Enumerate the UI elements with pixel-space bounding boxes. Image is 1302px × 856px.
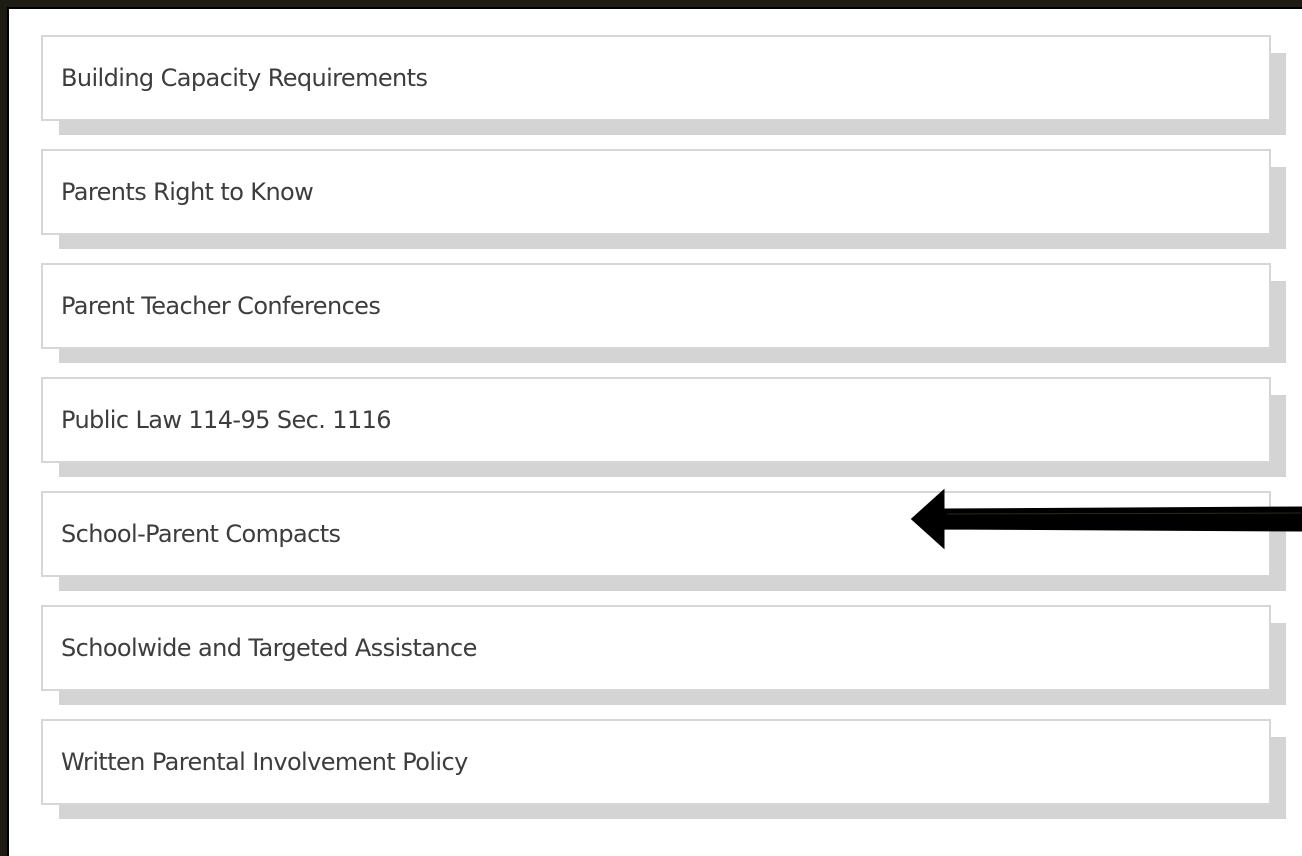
link-card-public-law[interactable]: Public Law 114-95 Sec. 1116 bbox=[41, 377, 1271, 463]
link-label[interactable]: Schoolwide and Targeted Assistance bbox=[61, 634, 477, 662]
list-item: Parents Right to Know bbox=[41, 149, 1301, 263]
link-card-written-parental-involvement[interactable]: Written Parental Involvement Policy bbox=[41, 719, 1271, 805]
link-list: Building Capacity Requirements Parents R… bbox=[41, 35, 1301, 833]
list-item: Parent Teacher Conferences bbox=[41, 263, 1301, 377]
link-card-building-capacity[interactable]: Building Capacity Requirements bbox=[41, 35, 1271, 121]
link-card-schoolwide-targeted-assistance[interactable]: Schoolwide and Targeted Assistance bbox=[41, 605, 1271, 691]
left-arrow-icon bbox=[910, 488, 1302, 550]
list-item: Schoolwide and Targeted Assistance bbox=[41, 605, 1301, 719]
link-label[interactable]: Parents Right to Know bbox=[61, 178, 314, 206]
link-label[interactable]: Written Parental Involvement Policy bbox=[61, 748, 468, 776]
link-label[interactable]: School-Parent Compacts bbox=[61, 520, 341, 548]
page-frame: Building Capacity Requirements Parents R… bbox=[7, 7, 1302, 856]
list-item: Building Capacity Requirements bbox=[41, 35, 1301, 149]
link-label[interactable]: Building Capacity Requirements bbox=[61, 64, 428, 92]
link-label[interactable]: Parent Teacher Conferences bbox=[61, 292, 381, 320]
list-item: Public Law 114-95 Sec. 1116 bbox=[41, 377, 1301, 491]
link-card-parents-right-to-know[interactable]: Parents Right to Know bbox=[41, 149, 1271, 235]
link-label[interactable]: Public Law 114-95 Sec. 1116 bbox=[61, 406, 392, 434]
link-card-parent-teacher-conferences[interactable]: Parent Teacher Conferences bbox=[41, 263, 1271, 349]
list-item: Written Parental Involvement Policy bbox=[41, 719, 1301, 833]
